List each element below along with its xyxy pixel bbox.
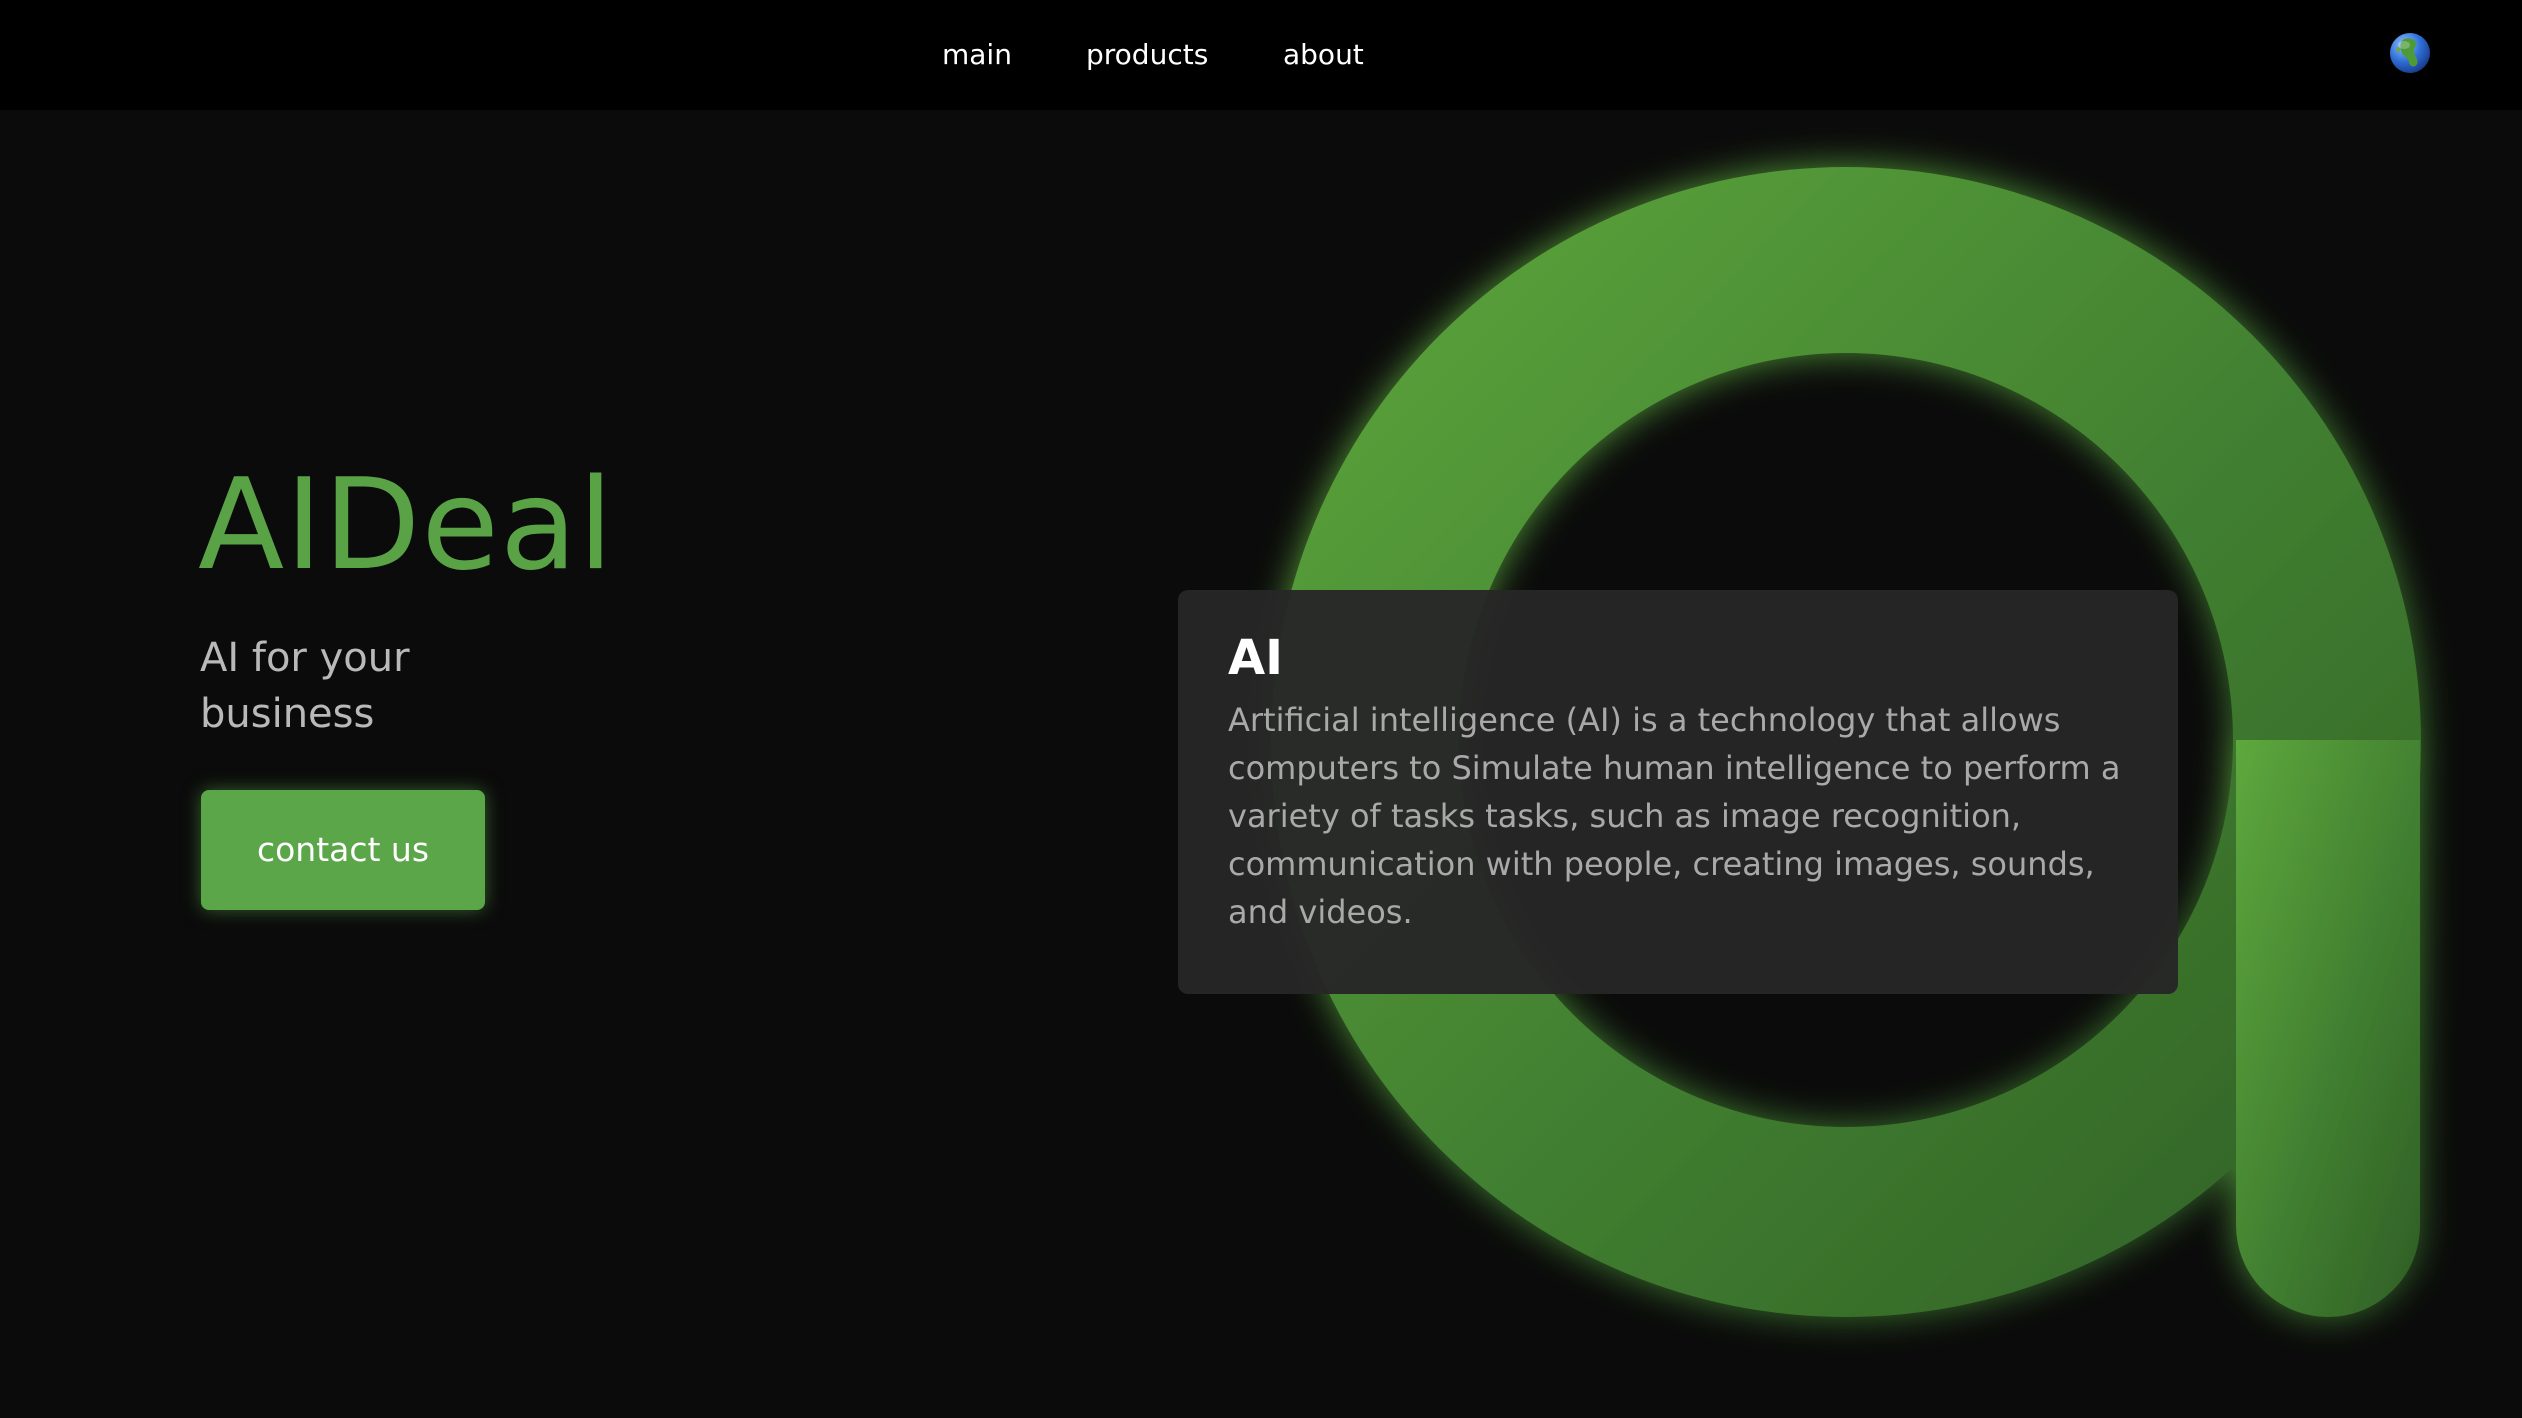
- info-card: AI Artificial intelligence (AI) is a tec…: [1178, 590, 2178, 994]
- nav-item-main[interactable]: main: [942, 35, 1012, 75]
- globe-icon-svg: [2390, 33, 2430, 73]
- info-card-title: AI: [1228, 630, 1284, 686]
- contact-us-button[interactable]: contact us: [201, 790, 485, 910]
- top-navigation-bar: main products about: [0, 0, 2522, 110]
- info-card-text: Artificial intelligence (AI) is a techno…: [1228, 701, 2121, 931]
- hero-subtitle: AI for your business: [200, 635, 410, 737]
- hero-title: AIDeal: [198, 451, 615, 598]
- page: main products about AIDeal AI for your b…: [0, 0, 2522, 1418]
- main-nav: main products about: [0, 0, 2522, 110]
- nav-item-about[interactable]: about: [1283, 35, 1364, 75]
- globe-icon[interactable]: [2388, 31, 2432, 75]
- nav-item-products[interactable]: products: [1086, 35, 1208, 75]
